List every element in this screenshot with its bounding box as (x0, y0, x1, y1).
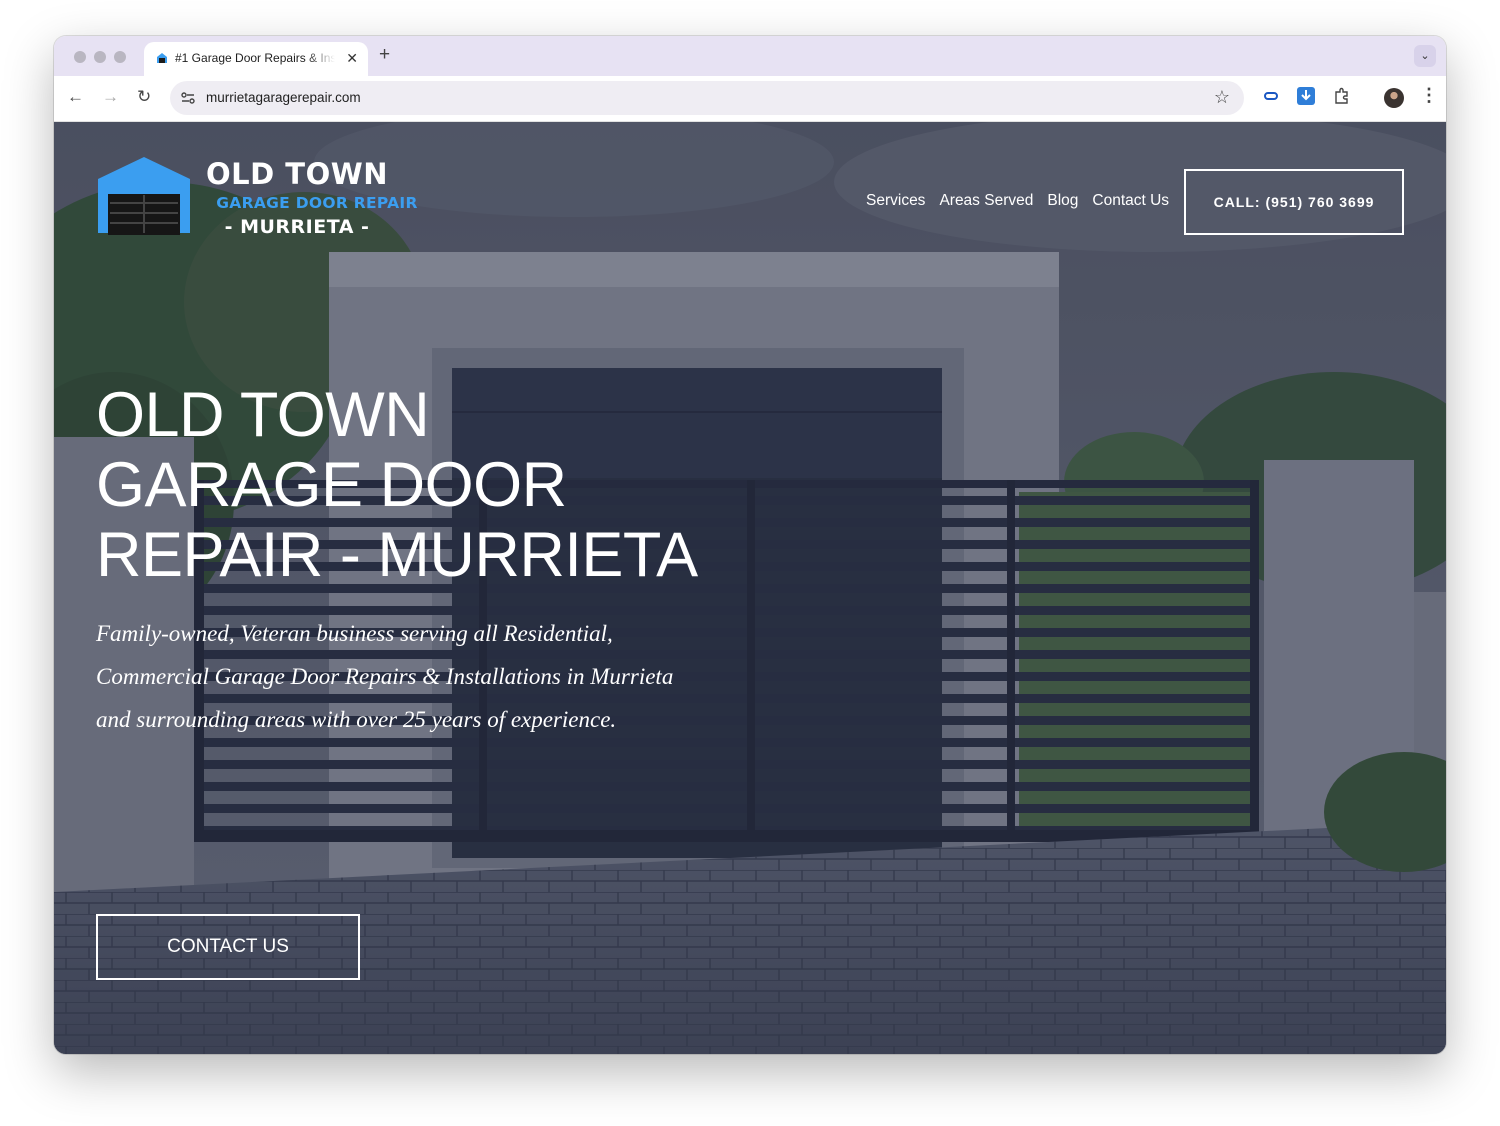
tab-strip: #1 Garage Door Repairs & Ins ✕ + ⌄ (54, 36, 1446, 76)
site-logo[interactable]: OLD TOWN GARAGE DOOR REPAIR - MURRIETA - (96, 157, 456, 247)
hero-subtitle: Family-owned, Veteran business serving a… (96, 621, 674, 732)
reload-icon[interactable]: ↻ (137, 87, 151, 107)
site-settings-icon[interactable] (180, 90, 196, 106)
forward-arrow-icon[interactable]: → (102, 87, 119, 107)
tab-search-chevron-icon[interactable]: ⌄ (1414, 45, 1436, 67)
browser-toolbar: ← → ↻ murrietagaragerepair.com ☆ ⋮ (54, 76, 1446, 122)
close-window-dot[interactable] (74, 51, 86, 63)
tab-title: #1 Garage Door Repairs & Ins (175, 51, 335, 65)
garage-favicon-icon (157, 53, 167, 63)
bookmark-star-icon[interactable]: ☆ (1214, 87, 1230, 108)
new-tab-icon[interactable]: + (379, 45, 390, 65)
extension-link-icon[interactable] (1264, 89, 1278, 103)
zoom-window-dot[interactable] (114, 51, 126, 63)
tab-close-icon[interactable]: ✕ (346, 50, 358, 66)
download-extension-icon[interactable] (1297, 87, 1315, 105)
browser-window: #1 Garage Door Repairs & Ins ✕ + ⌄ ← → ↻… (54, 36, 1446, 1054)
garage-logo-icon (98, 157, 190, 235)
nav-contact-us[interactable]: Contact Us (1092, 192, 1169, 210)
call-button[interactable]: CALL: (951) 760 3699 (1184, 169, 1404, 235)
main-nav: Services Areas Served Blog Contact Us (866, 192, 1169, 210)
browser-menu-icon[interactable]: ⋮ (1420, 85, 1438, 105)
url-text: murrietagaragerepair.com (206, 90, 361, 105)
minimize-window-dot[interactable] (94, 51, 106, 63)
web-page: OLD TOWN GARAGE DOOR REPAIR - MURRIETA -… (54, 122, 1446, 1054)
hero-title: OLD TOWN GARAGE DOOR REPAIR - MURRIETA (96, 380, 698, 590)
nav-services[interactable]: Services (866, 192, 925, 210)
back-arrow-icon[interactable]: ← (67, 87, 84, 107)
extensions-puzzle-icon[interactable] (1333, 87, 1351, 105)
address-bar[interactable]: murrietagaragerepair.com ☆ (170, 81, 1244, 115)
logo-title: OLD TOWN (206, 157, 388, 191)
logo-location: - MURRIETA - (224, 216, 370, 238)
nav-areas-served[interactable]: Areas Served (939, 192, 1033, 210)
nav-blog[interactable]: Blog (1047, 192, 1078, 210)
profile-avatar[interactable] (1384, 88, 1404, 108)
tab-active[interactable]: #1 Garage Door Repairs & Ins ✕ (144, 42, 368, 76)
contact-us-button[interactable]: CONTACT US (96, 914, 360, 980)
logo-subtitle: GARAGE DOOR REPAIR (216, 194, 418, 212)
